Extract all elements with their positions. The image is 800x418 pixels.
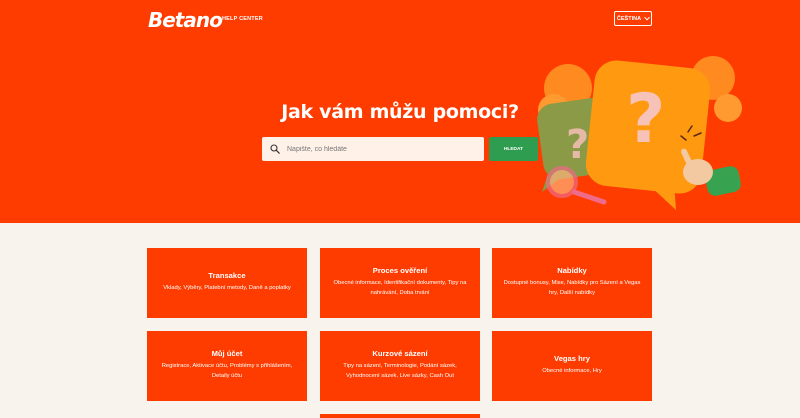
card-description: Tipy na sázení, Terminologie, Podání sáz… bbox=[343, 363, 457, 379]
chevron-down-icon bbox=[644, 14, 650, 20]
hero-section: Betano HELP CENTER ČEŠTINA Jak vám můžu … bbox=[0, 0, 800, 223]
help-center-label: HELP CENTER bbox=[222, 16, 263, 22]
svg-text:?: ? bbox=[566, 122, 589, 168]
card-description: Dostupné bonusy, Mise, Nabídky pro Sázen… bbox=[503, 280, 641, 296]
card-description: Registrace, Aktivace účtu, Problémy s př… bbox=[161, 363, 293, 379]
search-box[interactable] bbox=[262, 137, 484, 161]
card-description: Vklady, Výběry, Platební metody, Daně a … bbox=[163, 285, 291, 291]
card-title: Kurzové sázení bbox=[372, 349, 428, 358]
card-description: Obecné informace, Identifikační dokument… bbox=[333, 280, 467, 296]
category-card-partial[interactable] bbox=[320, 414, 480, 418]
question-bubbles-illustration: ? ? bbox=[537, 56, 742, 210]
category-card-transactions[interactable]: Transakce Vklady, Výběry, Platební metod… bbox=[147, 248, 307, 318]
betano-logo[interactable]: Betano bbox=[148, 8, 223, 32]
category-card-offers[interactable]: Nabídky Dostupné bonusy, Mise, Nabídky p… bbox=[492, 248, 652, 318]
language-label: ČEŠTINA bbox=[616, 15, 642, 22]
card-title: Proces ověření bbox=[372, 266, 428, 275]
category-card-vegas-games[interactable]: Vegas hry Obecné informace, Hry bbox=[492, 331, 652, 401]
search-input[interactable] bbox=[287, 145, 477, 153]
card-title: Nabídky bbox=[557, 266, 587, 275]
category-card-verification[interactable]: Proces ověření Obecné informace, Identif… bbox=[320, 248, 480, 318]
card-title: Vegas hry bbox=[554, 354, 590, 363]
svg-text:?: ? bbox=[626, 80, 665, 159]
card-description: Obecné informace, Hry bbox=[542, 368, 602, 374]
category-card-my-account[interactable]: Můj účet Registrace, Aktivace účtu, Prob… bbox=[147, 331, 307, 401]
language-select[interactable]: ČEŠTINA bbox=[614, 11, 652, 26]
card-title: Transakce bbox=[208, 271, 246, 280]
card-title: Můj účet bbox=[211, 349, 243, 358]
search-icon bbox=[270, 144, 280, 154]
category-card-odds-betting[interactable]: Kurzové sázení Tipy na sázení, Terminolo… bbox=[320, 331, 480, 401]
